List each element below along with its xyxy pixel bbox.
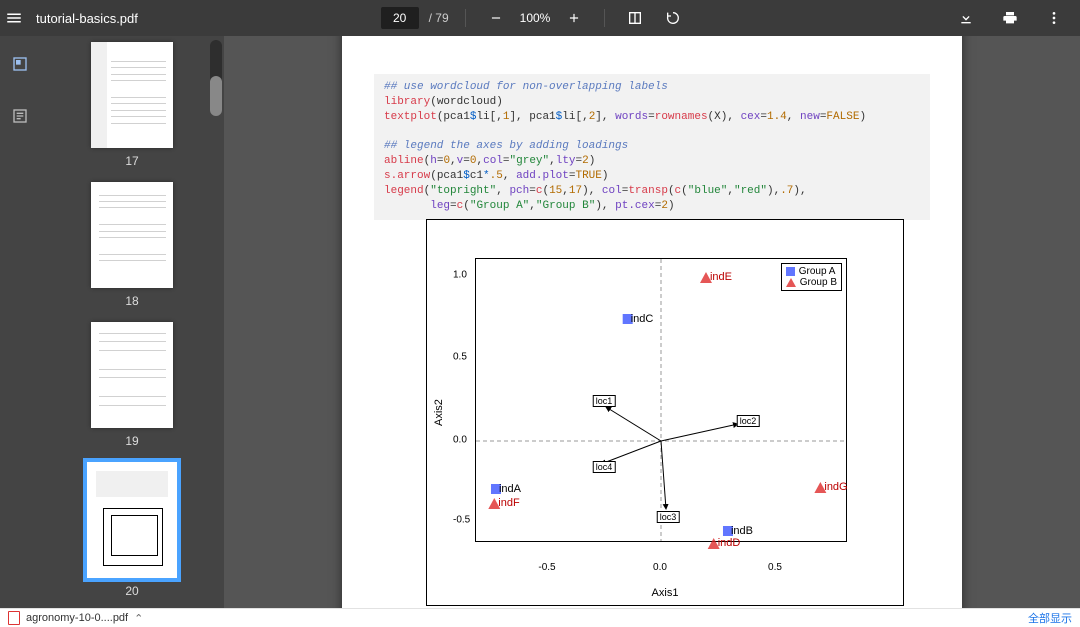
point-indF: indF <box>488 497 519 509</box>
thumb-label: 20 <box>125 584 138 598</box>
document-viewport[interactable]: ## use wordcloud for non-overlapping lab… <box>224 36 1080 609</box>
y-tick: 0.5 <box>453 352 467 363</box>
loading-label: loc2 <box>737 415 760 427</box>
point-indD: indD <box>708 537 741 549</box>
rotate-icon[interactable] <box>659 4 687 32</box>
fit-page-icon[interactable] <box>621 4 649 32</box>
download-filename: agronomy-10-0....pdf <box>26 612 128 624</box>
more-icon[interactable] <box>1040 4 1068 32</box>
point-indC: indC <box>623 313 654 325</box>
x-tick: 0.5 <box>768 562 782 573</box>
point-indG: indG <box>814 481 847 493</box>
show-all-downloads[interactable]: 全部显示 <box>1028 610 1072 626</box>
point-indB: indB <box>723 525 753 537</box>
y-axis-label: Axis2 <box>433 220 445 605</box>
zoom-in-icon[interactable] <box>560 4 588 32</box>
zoom-level: 100% <box>520 11 551 25</box>
zoom-out-icon[interactable] <box>482 4 510 32</box>
download-shelf: agronomy-10-0....pdf ⌃ 全部显示 <box>0 608 1080 627</box>
document-title: tutorial-basics.pdf <box>36 11 138 26</box>
y-tick: 0.0 <box>453 435 467 446</box>
divider <box>465 9 466 27</box>
loading-label: loc3 <box>657 511 680 523</box>
chevron-up-icon[interactable]: ⌃ <box>134 612 143 625</box>
thumb-label: 19 <box>125 434 138 448</box>
plot-legend: Group A Group B <box>781 263 842 291</box>
x-tick: 0.0 <box>653 562 667 573</box>
point-indA: indA <box>491 483 521 495</box>
print-icon[interactable] <box>996 4 1024 32</box>
pdf-icon <box>8 611 20 625</box>
sidebar-scrollbar-thumb[interactable] <box>210 76 222 116</box>
thumbnails-icon[interactable] <box>6 50 34 78</box>
x-axis-label: Axis1 <box>427 587 903 599</box>
y-tick: -0.5 <box>453 515 470 526</box>
point-indE: indE <box>700 271 732 283</box>
thumb-label: 17 <box>125 154 138 168</box>
thumbnail-20[interactable]: 20 <box>87 462 177 598</box>
thumbnail-18[interactable]: 18 <box>91 182 173 308</box>
page-number-input[interactable] <box>381 7 419 29</box>
download-icon[interactable] <box>952 4 980 32</box>
plot-inner: loc1 loc2 loc3 loc4 indA indF indC indE … <box>475 258 847 542</box>
page-total: / 79 <box>429 11 449 25</box>
loading-label: loc1 <box>593 395 616 407</box>
divider <box>604 9 605 27</box>
pca-plot: Axis1 Axis2 -0.5 0.0 0.5 -0.5 0.0 0.5 1.… <box>426 219 904 606</box>
outline-icon[interactable] <box>6 102 34 130</box>
code-block: ## use wordcloud for non-overlapping lab… <box>374 74 930 220</box>
menu-icon[interactable] <box>0 4 28 32</box>
y-tick: 1.0 <box>453 270 467 281</box>
loading-label: loc4 <box>593 461 616 473</box>
thumbnail-19[interactable]: 19 <box>91 322 173 448</box>
thumbnail-17[interactable]: 17 <box>91 42 173 168</box>
thumbnail-sidebar: 17 18 19 20 <box>0 36 224 609</box>
pdf-toolbar: tutorial-basics.pdf / 79 100% <box>0 0 1080 36</box>
thumb-label: 18 <box>125 294 138 308</box>
pdf-page: ## use wordcloud for non-overlapping lab… <box>342 36 962 609</box>
download-item[interactable]: agronomy-10-0....pdf ⌃ <box>8 611 143 625</box>
x-tick: -0.5 <box>538 562 555 573</box>
